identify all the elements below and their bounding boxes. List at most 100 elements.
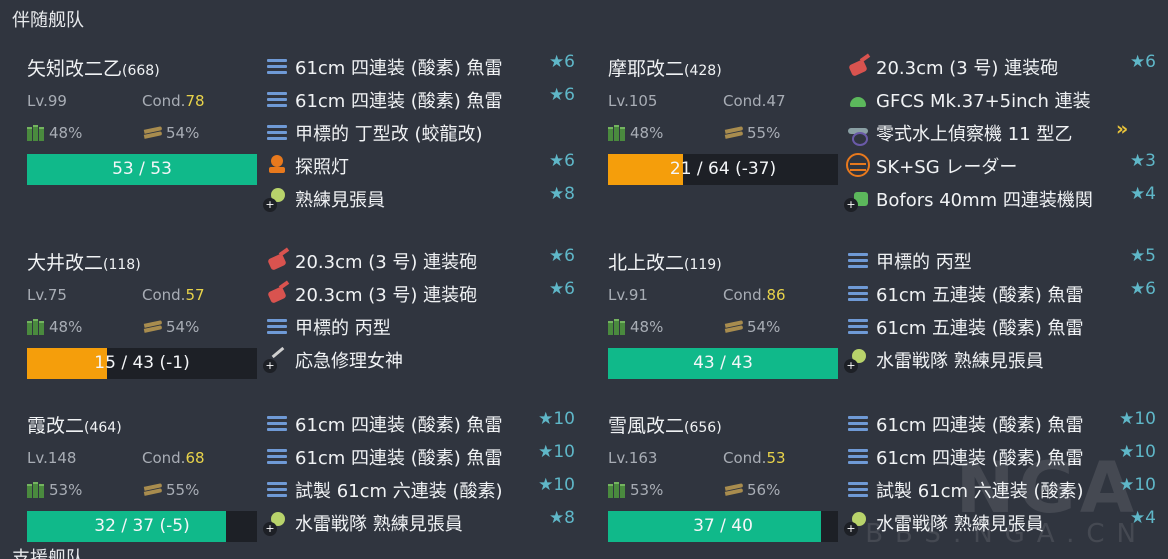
equipment-slot[interactable]: 20.3cm (3 号) 連装砲 ★6 <box>846 50 1156 83</box>
equipment-slot[interactable]: + 水雷戦隊 熟練見張員 ★4 <box>844 506 1156 539</box>
ship-name[interactable]: 大井改二(118) <box>27 248 141 275</box>
equipment-slot[interactable]: + Bofors 40mm 四連装機関 ★4 <box>844 182 1156 215</box>
equipment-slot[interactable]: 61cm 四連装 (酸素) 魚雷 ★10 <box>846 440 1156 473</box>
ship-level: Lv.75 <box>27 286 67 304</box>
equipment-name: 試製 61cm 六連装 (酸素) <box>295 481 503 502</box>
ship-name-text: 大井改二 <box>27 252 104 274</box>
ship-condition: Cond.86 <box>723 286 786 304</box>
ship-level: Lv.99 <box>27 92 67 110</box>
equipment-slot[interactable]: 探照灯 ★6 <box>265 149 575 182</box>
improvement-level: ★10 <box>538 442 575 462</box>
equipment-slot[interactable]: 試製 61cm 六連装 (酸素) ★10 <box>265 473 575 506</box>
equipment-slot[interactable]: + 熟練見張員 ★8 <box>263 182 575 215</box>
ship-card: 矢矧改二乙(668) Lv.99 Cond.78 48% 54% 53 / 53 61cm … <box>27 50 587 220</box>
equipment-slot[interactable]: 20.3cm (3 号) 連装砲 ★6 <box>265 244 575 277</box>
ship-level: Lv.91 <box>608 286 648 304</box>
ship-name-text: 摩耶改二 <box>608 58 685 80</box>
midget-sub-icon <box>265 120 289 144</box>
improvement-level: ★6 <box>548 52 575 72</box>
gun-icon <box>265 281 289 305</box>
equipment-name: GFCS Mk.37+5inch 連装 <box>876 91 1091 112</box>
equipment-slot[interactable]: 零式水上偵察機 11 型乙 » <box>846 116 1156 149</box>
equipment-slot[interactable]: SK+SG レーダー ★3 <box>846 149 1156 182</box>
ammo-value: 54% <box>166 124 200 142</box>
hp-bar: 37 / 40 <box>608 511 838 542</box>
searchlight-icon <box>265 153 289 177</box>
lookout-icon: + <box>844 510 870 536</box>
improvement-level: ★6 <box>548 246 575 266</box>
equipment-slot[interactable]: 甲標的 丙型 ★5 <box>846 244 1156 277</box>
fuel-icon <box>27 125 47 141</box>
torpedo-icon <box>265 87 289 111</box>
torpedo-icon <box>265 411 289 435</box>
ship-id: (119) <box>684 257 722 273</box>
improvement-level: ★8 <box>548 508 575 528</box>
fuel-icon <box>608 125 628 141</box>
improvement-level: ★4 <box>1129 184 1156 204</box>
improvement-level: ★5 <box>1129 246 1156 266</box>
torpedo-icon <box>846 444 870 468</box>
improvement-level: ★10 <box>1119 442 1156 462</box>
equipment-slot[interactable]: 61cm 四連装 (酸素) 魚雷 ★6 <box>265 50 575 83</box>
improvement-level: ★4 <box>1129 508 1156 528</box>
fuel-icon <box>608 482 628 498</box>
lookout-icon: + <box>263 510 289 536</box>
ship-name[interactable]: 北上改二(119) <box>608 248 722 275</box>
improvement-level: ★6 <box>548 85 575 105</box>
ammo-icon <box>723 126 745 140</box>
lookout-icon: + <box>263 186 289 212</box>
torpedo-icon <box>846 411 870 435</box>
fuel-icon <box>27 319 47 335</box>
ship-card: 北上改二(119) Lv.91 Cond.86 48% 54% 43 / 43 甲標的 丙型… <box>608 244 1168 414</box>
equipment-slot[interactable]: 20.3cm (3 号) 連装砲 ★6 <box>265 277 575 310</box>
repair-goddess-icon: + <box>263 347 289 373</box>
equipment-name: 甲標的 丁型改 (蛟龍改) <box>295 124 483 145</box>
fuel-value: 53% <box>630 481 664 499</box>
improvement-level: ★6 <box>548 151 575 171</box>
equipment-name: 61cm 五連装 (酸素) 魚雷 <box>876 285 1084 306</box>
equipment-slot[interactable]: 61cm 四連装 (酸素) 魚雷 ★10 <box>265 407 575 440</box>
lookout-icon: + <box>844 347 870 373</box>
ammo-icon <box>723 483 745 497</box>
ammo-value: 55% <box>166 481 200 499</box>
ship-name[interactable]: 矢矧改二乙(668) <box>27 54 160 81</box>
equipment-slot[interactable]: GFCS Mk.37+5inch 連装 <box>846 83 1156 116</box>
cond-value: 47 <box>766 92 786 110</box>
ship-name[interactable]: 雪風改二(656) <box>608 411 722 438</box>
equipment-slot[interactable]: 61cm 四連装 (酸素) 魚雷 ★10 <box>846 407 1156 440</box>
fuel-status: 48% <box>608 318 663 336</box>
equipment-slot[interactable]: + 応急修理女神 <box>263 343 575 376</box>
ammo-value: 54% <box>166 318 200 336</box>
equipment-slot[interactable]: 61cm 四連装 (酸素) 魚雷 ★10 <box>265 440 575 473</box>
equipment-slot[interactable]: + 水雷戦隊 熟練見張員 ★8 <box>263 506 575 539</box>
section-title: 伴随舰队 <box>12 10 84 31</box>
equipment-slot[interactable]: 61cm 五連装 (酸素) 魚雷 ★6 <box>846 277 1156 310</box>
equipment-name: 61cm 四連装 (酸素) 魚雷 <box>295 58 503 79</box>
equipment-name: 61cm 四連装 (酸素) 魚雷 <box>295 415 503 436</box>
cond-value: 86 <box>766 286 786 304</box>
equipment-slot[interactable]: 甲標的 丙型 <box>265 310 575 343</box>
fuel-value: 48% <box>49 318 83 336</box>
equipment-slot[interactable]: 61cm 四連装 (酸素) 魚雷 ★6 <box>265 83 575 116</box>
equipment-name: SK+SG レーダー <box>876 157 1018 178</box>
torpedo-icon <box>846 477 870 501</box>
aa-gun-icon: + <box>844 186 870 212</box>
torpedo-icon <box>265 54 289 78</box>
equipment-slot[interactable]: 61cm 五連装 (酸素) 魚雷 <box>846 310 1156 343</box>
equipment-name: 20.3cm (3 号) 連装砲 <box>295 252 478 273</box>
cond-label: Cond. <box>723 449 767 467</box>
ship-card: 霞改二(464) Lv.148 Cond.68 53% 55% 32 / 37 (-5) 6… <box>27 407 587 559</box>
fuel-value: 48% <box>630 124 664 142</box>
ship-name[interactable]: 霞改二(464) <box>27 411 122 438</box>
equipment-slot[interactable]: 甲標的 丁型改 (蛟龍改) <box>265 116 575 149</box>
fuel-status: 48% <box>608 124 663 142</box>
ship-id: (656) <box>684 420 722 436</box>
equipment-slot[interactable]: + 水雷戦隊 熟練見張員 <box>844 343 1156 376</box>
gun-icon <box>846 54 870 78</box>
fuel-status: 48% <box>27 318 82 336</box>
hp-text: 43 / 43 <box>693 353 753 373</box>
ship-name[interactable]: 摩耶改二(428) <box>608 54 722 81</box>
ammo-status: 54% <box>142 318 199 336</box>
equipment-slot[interactable]: 試製 61cm 六連装 (酸素) ★10 <box>846 473 1156 506</box>
ship-card: 雪風改二(656) Lv.163 Cond.53 53% 56% 37 / 40 61cm … <box>608 407 1168 559</box>
